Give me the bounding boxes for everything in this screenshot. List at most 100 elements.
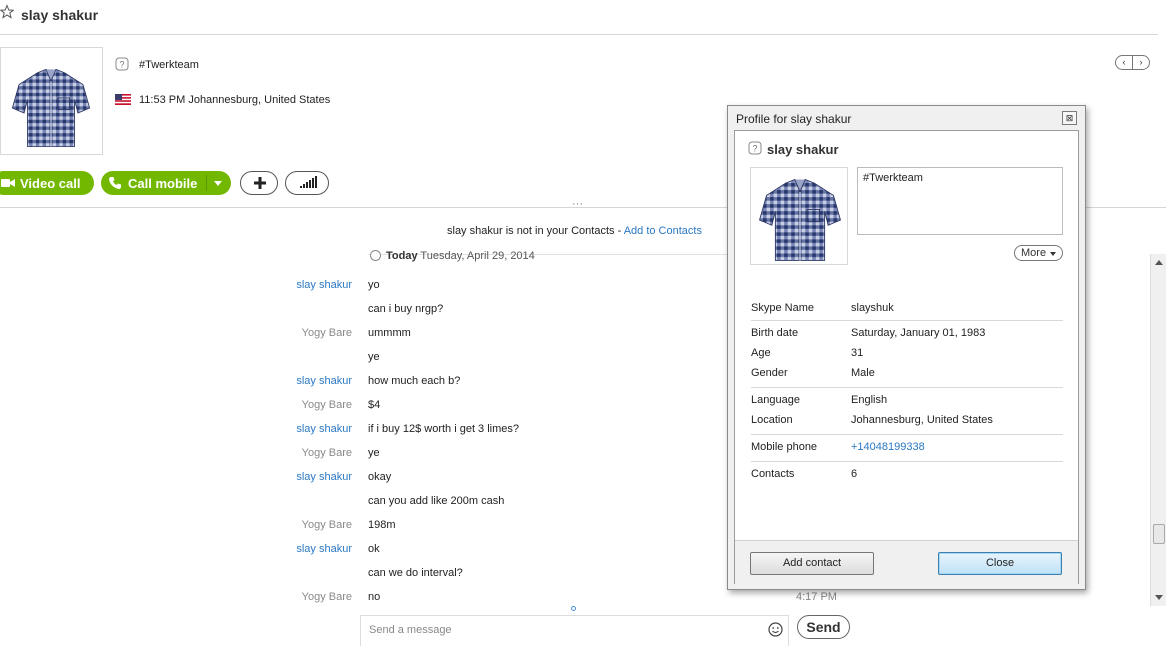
phone-icon: [109, 177, 121, 189]
scroll-down-arrow-icon[interactable]: [1155, 595, 1163, 600]
clock-icon: [370, 250, 381, 261]
profile-row-language: Language English: [751, 394, 1063, 410]
close-button[interactable]: Close: [938, 552, 1062, 575]
video-camera-icon: [1, 179, 15, 187]
message-sender[interactable]: slay shakur: [212, 471, 352, 483]
section-divider: [751, 387, 1063, 388]
split-separator: [206, 175, 207, 191]
profile-avatar: [750, 167, 848, 265]
message-row: Yogy Bare ummmm: [0, 327, 411, 341]
emoticon-icon[interactable]: [768, 622, 783, 637]
dialog-footer: Add contact Close: [735, 540, 1078, 584]
conversation-header: slay shakur: [0, 0, 1158, 35]
field-label: Age: [751, 347, 771, 359]
message-row: slay shakur if i buy 12$ worth i get 3 l…: [0, 423, 519, 437]
svg-text:?: ?: [119, 60, 124, 70]
video-call-button[interactable]: Video call: [0, 171, 94, 195]
profile-mood-box: #Twerkteam: [857, 167, 1063, 235]
message-sender[interactable]: slay shakur: [212, 375, 352, 387]
profile-panel: ? slay shakur #Twerkteam More Skype Name…: [734, 130, 1079, 584]
message-text: ye: [368, 351, 380, 363]
message-sender[interactable]: Yogy Bare: [212, 591, 352, 603]
message-text: ye: [368, 447, 380, 459]
profile-name: slay shakur: [767, 142, 839, 157]
date-today: Today: [386, 250, 418, 262]
chevron-down-icon: [1050, 252, 1056, 256]
field-value: Male: [851, 367, 875, 379]
call-mobile-label: Call mobile: [128, 175, 198, 191]
field-value: Johannesburg, United States: [851, 414, 993, 426]
resize-handle[interactable]: ···: [572, 198, 583, 210]
chevron-down-icon[interactable]: [214, 181, 222, 186]
plus-icon: [254, 177, 266, 189]
message-sender[interactable]: Yogy Bare: [212, 327, 352, 339]
chevron-left-icon[interactable]: ‹: [1116, 56, 1133, 69]
dialog-close-icon[interactable]: ⊠: [1062, 111, 1077, 125]
profile-row-contacts: Contacts 6: [751, 468, 1063, 484]
message-text: ummmm: [368, 327, 411, 339]
message-row: Yogy Bare no: [0, 591, 381, 605]
local-time-location: 11:53 PM Johannesburg, United States: [139, 94, 331, 106]
message-text: $4: [368, 399, 381, 411]
more-button[interactable]: More: [1014, 245, 1063, 261]
call-mobile-button[interactable]: Call mobile: [101, 171, 231, 195]
us-flag-icon: [115, 94, 131, 105]
shirt-avatar-image: [758, 178, 842, 262]
field-value: slayshuk: [851, 302, 894, 314]
message-text: okay: [368, 471, 392, 483]
unknown-status-icon: ?: [115, 57, 129, 71]
field-value: English: [851, 394, 888, 406]
section-divider: [751, 320, 1063, 321]
field-label: Birth date: [751, 327, 799, 339]
call-quality-button[interactable]: [285, 171, 329, 195]
profile-row-age: Age 31: [751, 347, 1063, 363]
message-text: if i buy 12$ worth i get 3 limes?: [368, 423, 520, 435]
profile-row-skype-name: Skype Name slayshuk: [751, 302, 1063, 318]
conversation-scrollbar[interactable]: [1150, 254, 1166, 606]
scrollbar-thumb[interactable]: [1153, 524, 1165, 544]
message-row: can you add like 200m cash: [0, 495, 504, 509]
message-input[interactable]: [361, 616, 761, 644]
message-text: ok: [368, 543, 380, 555]
field-value: 31: [851, 347, 864, 359]
shirt-avatar-image: [11, 68, 91, 148]
scroll-up-arrow-icon[interactable]: [1155, 260, 1163, 265]
add-to-contacts-link[interactable]: Add to Contacts: [624, 225, 702, 237]
svg-text:?: ?: [752, 144, 757, 154]
contact-avatar: [0, 47, 103, 155]
profile-nav-arrows[interactable]: ‹ ›: [1115, 55, 1150, 70]
profile-row-birth-date: Birth date Saturday, January 01, 1983: [751, 327, 1063, 343]
message-text: how much each b?: [368, 375, 461, 387]
video-call-label: Video call: [20, 175, 81, 191]
message-row: slay shakur ok: [0, 543, 379, 557]
field-label: Mobile phone: [751, 441, 818, 453]
unknown-status-icon: ?: [748, 141, 762, 155]
add-people-button[interactable]: [240, 171, 278, 195]
message-sender[interactable]: Yogy Bare: [212, 399, 352, 411]
contact-name-title: slay shakur: [21, 7, 99, 23]
message-text: can you add like 200m cash: [368, 495, 505, 507]
signal-bars-icon: [300, 176, 317, 188]
chevron-right-icon[interactable]: ›: [1133, 56, 1149, 69]
message-sender[interactable]: slay shakur: [212, 423, 352, 435]
mobile-phone-link[interactable]: +14048199338: [851, 441, 925, 453]
message-row: can we do interval?: [0, 567, 463, 581]
field-value: 6: [851, 468, 858, 480]
more-label: More: [1021, 247, 1047, 259]
compose-resize-handle[interactable]: [571, 606, 576, 611]
favorite-star-icon[interactable]: [0, 4, 14, 20]
mood-message: #Twerkteam: [139, 59, 199, 71]
message-text: no: [368, 591, 381, 603]
message-row: can i buy nrgp?: [0, 303, 443, 317]
message-row: ye: [0, 351, 380, 365]
section-divider: [751, 461, 1063, 462]
date-header: Today Tuesday, April 29, 2014: [386, 250, 535, 262]
message-row: Yogy Bare 198m: [0, 519, 396, 533]
message-sender[interactable]: slay shakur: [212, 543, 352, 555]
message-sender[interactable]: Yogy Bare: [212, 447, 352, 459]
send-button[interactable]: Send: [797, 615, 850, 639]
field-label: Gender: [751, 367, 788, 379]
message-sender[interactable]: Yogy Bare: [212, 519, 352, 531]
message-sender[interactable]: slay shakur: [212, 279, 352, 291]
add-contact-button[interactable]: Add contact: [750, 552, 874, 575]
